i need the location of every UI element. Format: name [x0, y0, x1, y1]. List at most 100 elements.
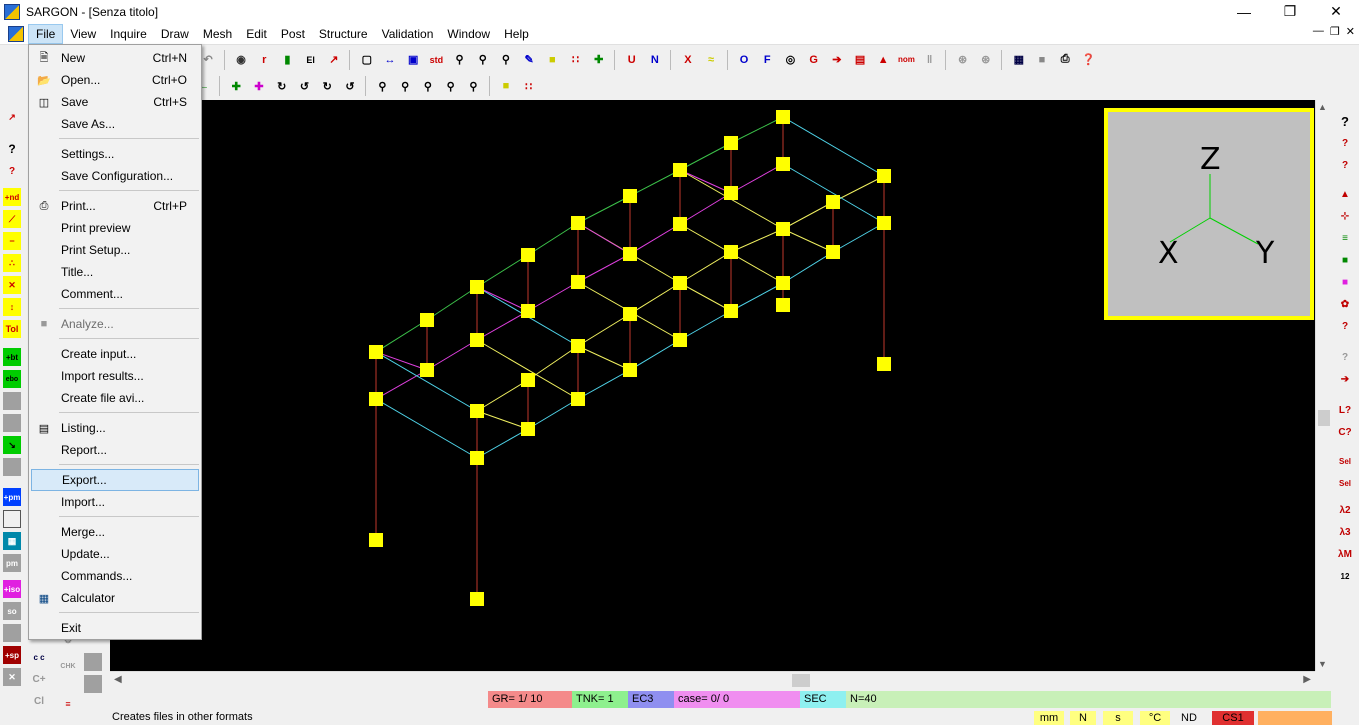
scroll-right-icon[interactable]: ▶: [1303, 674, 1311, 685]
structure-node[interactable]: [724, 186, 738, 200]
element-icon[interactable]: El: [300, 49, 321, 71]
member-line[interactable]: [679, 192, 732, 225]
cl-button[interactable]: Cl: [30, 692, 48, 710]
structure-node[interactable]: [623, 363, 637, 377]
link-icon[interactable]: ⊹: [1335, 206, 1355, 226]
nominal-icon[interactable]: nom: [896, 49, 917, 71]
structure-node[interactable]: [369, 345, 383, 359]
axes-icon[interactable]: ↗: [323, 49, 344, 71]
member-line[interactable]: [730, 282, 784, 312]
structure-node[interactable]: [623, 247, 637, 261]
bars-icon[interactable]: ‖: [919, 49, 940, 71]
menu-comment[interactable]: Comment...: [31, 283, 199, 305]
mesh-icon[interactable]: ▦: [3, 532, 21, 550]
select-icon[interactable]: ▣: [403, 49, 424, 71]
menu-file[interactable]: File: [28, 23, 64, 44]
printer-icon[interactable]: ⎙: [1055, 49, 1076, 71]
menu-post[interactable]: Post: [274, 24, 312, 44]
f-button[interactable]: F: [757, 49, 778, 71]
pan-plus-icon[interactable]: ✚: [249, 75, 270, 97]
node-icon[interactable]: ◉: [230, 49, 251, 71]
points2-icon[interactable]: ∷: [518, 75, 539, 97]
zoom-window-icon[interactable]: ⚲: [449, 49, 470, 71]
menu-import-results[interactable]: Import results...: [31, 365, 199, 387]
structure-node[interactable]: [877, 216, 891, 230]
structure-node[interactable]: [521, 248, 535, 262]
menu-create-avi[interactable]: Create file avi...: [31, 387, 199, 409]
member-line[interactable]: [476, 254, 529, 288]
cc-button[interactable]: c c: [30, 648, 48, 666]
g-button[interactable]: G: [803, 49, 824, 71]
member-line[interactable]: [476, 428, 529, 459]
add-pm-button[interactable]: +pm: [3, 488, 21, 506]
structure-node[interactable]: [826, 195, 840, 209]
pm-button[interactable]: pm: [3, 554, 21, 572]
menu-edit[interactable]: Edit: [239, 24, 274, 44]
vertical-scrollbar[interactable]: ▲ ▼: [1315, 100, 1331, 671]
red-arrow-icon[interactable]: ➔: [1335, 369, 1355, 389]
zoom-all-icon[interactable]: ⚲: [472, 49, 493, 71]
arrow-icon[interactable]: ➔: [826, 49, 847, 71]
structure-node[interactable]: [673, 163, 687, 177]
spring-r-icon[interactable]: ≡: [1335, 228, 1355, 248]
gray4-icon[interactable]: [3, 624, 21, 642]
member-line[interactable]: [679, 251, 732, 284]
horizontal-scrollbar[interactable]: ◀ ▶: [110, 671, 1315, 688]
member-line[interactable]: [476, 379, 529, 412]
member-line[interactable]: [375, 369, 428, 400]
axes-left-icon[interactable]: ↗: [3, 108, 21, 126]
green-arrow-icon[interactable]: ↘: [3, 436, 21, 454]
radius-icon[interactable]: r: [254, 49, 275, 71]
mdi-close-icon[interactable]: ✕: [1346, 25, 1355, 38]
n-button[interactable]: N: [644, 49, 665, 71]
structure-node[interactable]: [571, 392, 585, 406]
member-line[interactable]: [476, 410, 529, 430]
menu-validation[interactable]: Validation: [375, 24, 441, 44]
close-button[interactable]: ✕: [1313, 0, 1359, 23]
member-line[interactable]: [527, 345, 579, 381]
lambdam-button[interactable]: λM: [1335, 544, 1355, 564]
menu-structure[interactable]: Structure: [312, 24, 375, 44]
green-icon[interactable]: ■: [1335, 250, 1355, 270]
menu-listing[interactable]: ▤ Listing...: [31, 417, 199, 439]
u-button[interactable]: U: [621, 49, 642, 71]
member-line[interactable]: [629, 282, 681, 315]
horizontal-scroll-thumb[interactable]: [792, 674, 810, 687]
document-icon[interactable]: [8, 25, 24, 42]
member-line[interactable]: [679, 282, 732, 312]
sel-button[interactable]: Sel: [1335, 451, 1355, 471]
menu-title[interactable]: Title...: [31, 261, 199, 283]
menu-mesh[interactable]: Mesh: [196, 24, 239, 44]
gray5-icon[interactable]: [84, 675, 102, 693]
structure-node[interactable]: [724, 304, 738, 318]
calculator-icon[interactable]: ▦: [1008, 49, 1029, 71]
n12-button[interactable]: 12: [1335, 566, 1355, 586]
structure-node[interactable]: [521, 373, 535, 387]
menu-open[interactable]: 📂 Open... Ctrl+O: [31, 69, 199, 91]
lambda2-button[interactable]: λ2: [1335, 500, 1355, 520]
zoom-icon[interactable]: ⚲: [495, 49, 516, 71]
rotate-icon[interactable]: ↻: [271, 75, 292, 97]
move-icon[interactable]: ✚: [588, 49, 609, 71]
structure-node[interactable]: [521, 422, 535, 436]
member-line[interactable]: [577, 222, 631, 255]
member-line[interactable]: [782, 251, 834, 284]
frame-icon[interactable]: ▢: [356, 49, 377, 71]
structure-node[interactable]: [776, 157, 790, 171]
menu-help[interactable]: Help: [497, 24, 536, 44]
zoom-out-icon[interactable]: ⚲: [395, 75, 416, 97]
member-line[interactable]: [577, 253, 631, 283]
menu-import[interactable]: Import...: [31, 491, 199, 513]
help-pointer-icon[interactable]: ❓: [1078, 49, 1099, 71]
add-beam-button[interactable]: +bt: [3, 348, 21, 366]
member-line[interactable]: [527, 398, 579, 430]
spring2-icon[interactable]: ⊛: [975, 49, 996, 71]
mdi-minimize-icon[interactable]: —: [1313, 25, 1324, 38]
structure-node[interactable]: [470, 280, 484, 294]
structure-node[interactable]: [571, 275, 585, 289]
section-icon[interactable]: ▮: [277, 49, 298, 71]
highlight2-icon[interactable]: ■: [496, 75, 517, 97]
maximize-button[interactable]: ❐: [1267, 0, 1313, 23]
member-line[interactable]: [375, 319, 428, 353]
member-line[interactable]: [426, 339, 478, 371]
